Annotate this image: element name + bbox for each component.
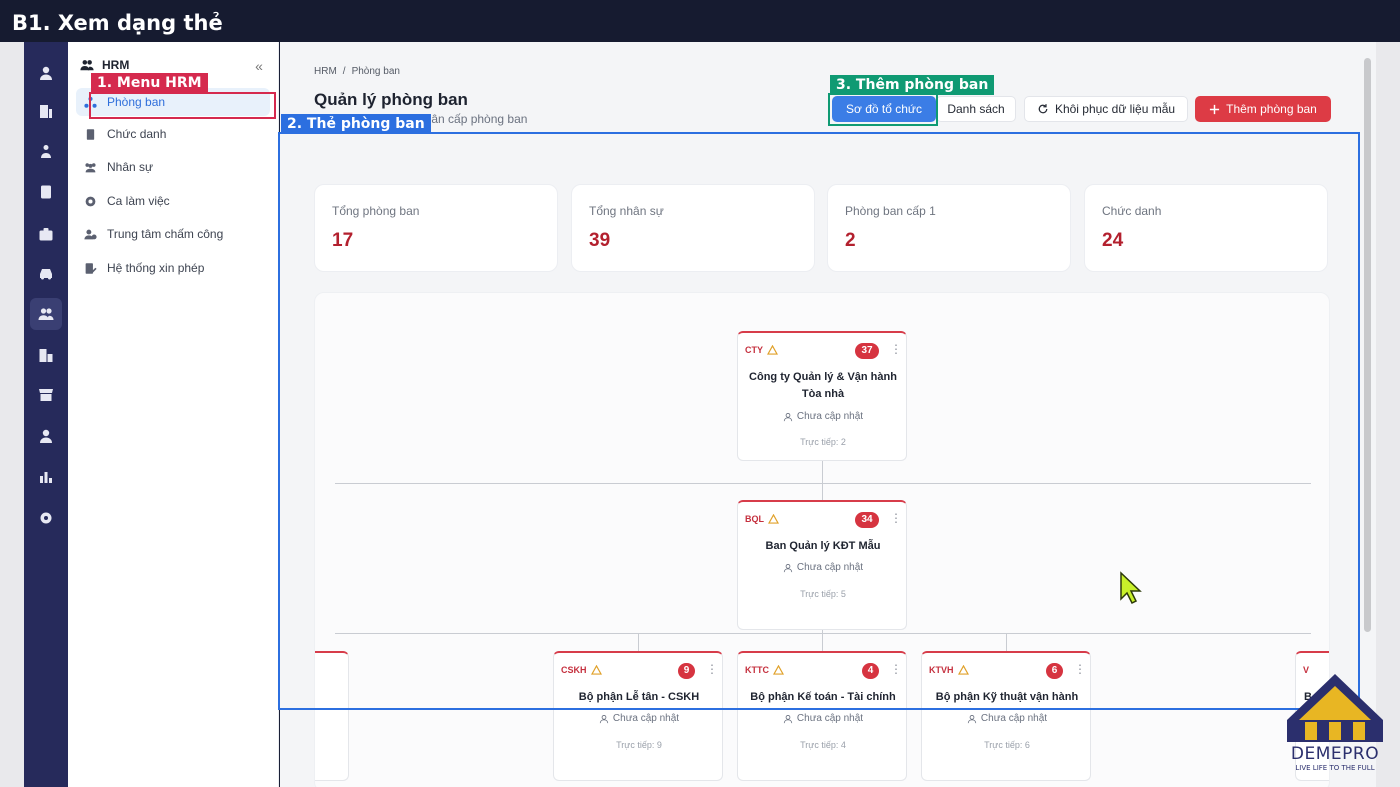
sidebar-item-trung-tam-cham-cong[interactable]: Trung tâm chấm công <box>76 220 270 248</box>
company-icon[interactable] <box>30 339 62 371</box>
sidebar-item-label: Nhân sự <box>107 160 154 174</box>
calculator-icon[interactable] <box>30 176 62 208</box>
list-view-button-label: Danh sách <box>947 102 1005 116</box>
car-icon[interactable] <box>30 257 62 289</box>
user-clock-icon <box>84 229 97 239</box>
node-manager: Chưa cập nhật <box>554 713 724 724</box>
plus-icon <box>1210 104 1220 114</box>
sidebar-collapse-button[interactable]: « <box>248 56 270 76</box>
page-subtitle: phân cấp phòng ban <box>418 112 528 126</box>
users-icon <box>85 162 96 172</box>
restore-sample-button-label: Khôi phục dữ liệu mẫu <box>1054 102 1176 116</box>
sidebar-item-label: Chức danh <box>107 127 167 141</box>
video-title-bar: B1. Xem dạng thẻ <box>0 0 1400 42</box>
person-icon <box>783 714 793 723</box>
logo-tagline: LIVE LIFE TO THE FULL <box>1295 764 1375 772</box>
breadcrumb-root[interactable]: HRM <box>314 66 337 77</box>
menu-hrm-highlight <box>89 92 276 119</box>
chart-icon[interactable] <box>30 461 62 493</box>
node-manager-text: Chưa cập nhật <box>796 713 864 724</box>
sidebar-item-chuc-danh[interactable]: Chức danh <box>76 120 270 148</box>
user-icon[interactable] <box>30 57 62 89</box>
breadcrumb-current: Phòng ban <box>351 66 400 77</box>
node-manager: Chưa cập nhật <box>738 713 908 724</box>
sidebar-item-nhan-su[interactable]: Nhân sự <box>76 153 270 181</box>
page-title: Quản lý phòng ban <box>314 90 468 109</box>
badge-icon <box>86 128 95 140</box>
users-icon <box>80 60 94 71</box>
sidebar-item-label: Hệ thống xin phép <box>107 261 205 275</box>
node-direct: Trực tiếp: 4 <box>800 740 846 750</box>
add-department-button[interactable]: Thêm phòng ban <box>1195 96 1331 122</box>
profile-icon[interactable] <box>30 420 62 452</box>
sidebar: HRM « Phòng ban Chức danh Nhân sự Ca làm… <box>68 42 279 787</box>
list-view-button[interactable]: Danh sách <box>936 96 1016 122</box>
building-icon[interactable] <box>30 95 62 127</box>
screen-margin-left <box>0 42 24 787</box>
person-icon <box>599 714 609 723</box>
page-scrollbar[interactable] <box>1364 58 1371 632</box>
annotation-menu-hrm: 1. Menu HRM <box>91 73 208 93</box>
sidebar-section-label: HRM <box>102 58 130 72</box>
annotation-add-department: 3. Thêm phòng ban <box>830 75 995 95</box>
add-department-button-label: Thêm phòng ban <box>1226 102 1317 116</box>
annotation-department-cards: 2. Thẻ phòng ban <box>281 114 431 134</box>
node-manager-text: Chưa cập nhật <box>612 713 680 724</box>
node-manager: Chưa cập nhật <box>922 713 1092 724</box>
node-manager-text: Chưa cập nhật <box>980 713 1048 724</box>
sitemap-icon[interactable] <box>30 136 62 168</box>
mouse-cursor-icon <box>1120 571 1142 605</box>
restore-sample-button[interactable]: Khôi phục dữ liệu mẫu <box>1024 96 1188 122</box>
hrm-users-icon[interactable] <box>30 298 62 330</box>
node-direct: Trực tiếp: 6 <box>984 740 1030 750</box>
gear-icon[interactable] <box>30 502 62 534</box>
department-cards-highlight <box>278 132 1360 710</box>
node-direct: Trực tiếp: 9 <box>616 740 662 750</box>
sidebar-item-he-thong-xin-phep[interactable]: Hệ thống xin phép <box>76 254 270 282</box>
icon-rail <box>24 42 68 787</box>
sidebar-item-ca-lam-viec[interactable]: Ca làm việc <box>76 187 270 215</box>
refresh-icon <box>1038 104 1048 114</box>
breadcrumb-separator: / <box>342 66 346 77</box>
breadcrumb: HRM / Phòng ban <box>314 66 400 77</box>
clock-icon <box>85 196 96 206</box>
briefcase-icon[interactable] <box>30 218 62 250</box>
leave-request-icon <box>85 262 97 274</box>
sidebar-item-label: Trung tâm chấm công <box>107 227 224 241</box>
person-icon <box>967 714 977 723</box>
sidebar-item-label: Ca làm việc <box>107 194 170 208</box>
add-department-highlight <box>828 93 938 126</box>
sidebar-section-hrm: HRM <box>80 58 129 72</box>
store-icon[interactable] <box>30 379 62 411</box>
logo-name: DEMEPRO <box>1290 744 1380 764</box>
video-title: B1. Xem dạng thẻ <box>12 11 223 35</box>
